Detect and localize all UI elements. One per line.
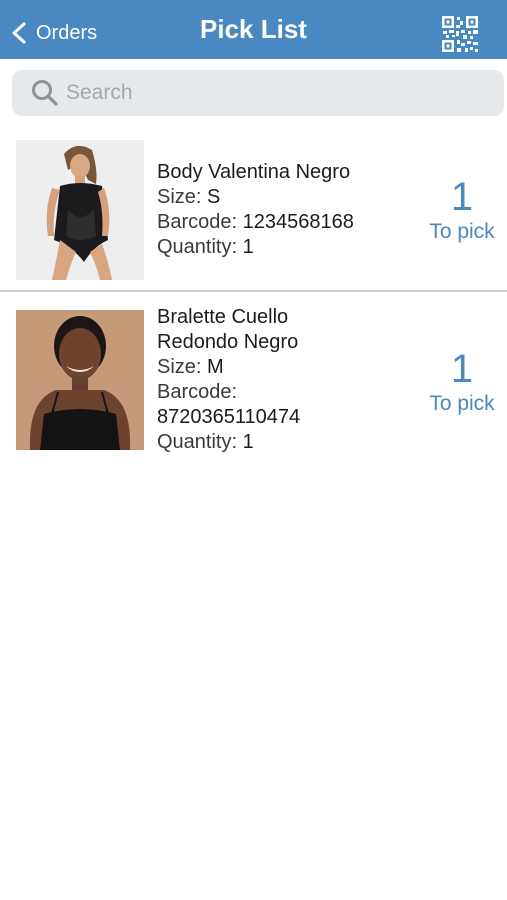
to-pick-counter: 1 To pick — [418, 174, 506, 244]
to-pick-counter: 1 To pick — [418, 346, 506, 416]
product-image — [16, 310, 144, 450]
item-quantity: Quantity: 1 — [157, 236, 254, 258]
back-button-label: Orders — [36, 21, 98, 44]
list-item[interactable]: Body Valentina Negro Size: S Barcode: 12… — [0, 128, 507, 292]
to-pick-count: 1 — [450, 347, 474, 391]
qr-scan-button[interactable] — [441, 15, 479, 53]
item-name: Bralette Cuello Redondo Negro — [157, 306, 299, 353]
item-quantity: Quantity: 1 — [157, 431, 254, 453]
search-bar — [12, 70, 504, 116]
product-image — [16, 140, 144, 280]
to-pick-count: 1 — [450, 175, 474, 219]
to-pick-label: To pick — [429, 220, 495, 243]
search-icon — [32, 80, 58, 106]
chevron-left-icon — [12, 22, 26, 44]
item-name: Body Valentina Negro — [157, 161, 351, 183]
to-pick-label: To pick — [429, 392, 495, 415]
list-item[interactable]: Bralette Cuello Redondo Negro Size: M Ba… — [0, 294, 507, 464]
item-barcode: Barcode: 1234568168 — [157, 211, 354, 233]
search-input[interactable] — [66, 81, 466, 105]
back-button[interactable]: Orders — [10, 18, 97, 48]
item-size: Size: M — [157, 356, 224, 378]
item-details: Bralette Cuello Redondo Negro Size: M Ba… — [157, 305, 300, 455]
navigation-bar: Orders Pick List — [0, 0, 507, 59]
item-barcode: Barcode: 8720365110474 — [157, 381, 301, 428]
item-details: Body Valentina Negro Size: S Barcode: 12… — [157, 160, 354, 260]
item-size: Size: S — [157, 186, 221, 208]
qr-code-icon — [442, 16, 478, 52]
